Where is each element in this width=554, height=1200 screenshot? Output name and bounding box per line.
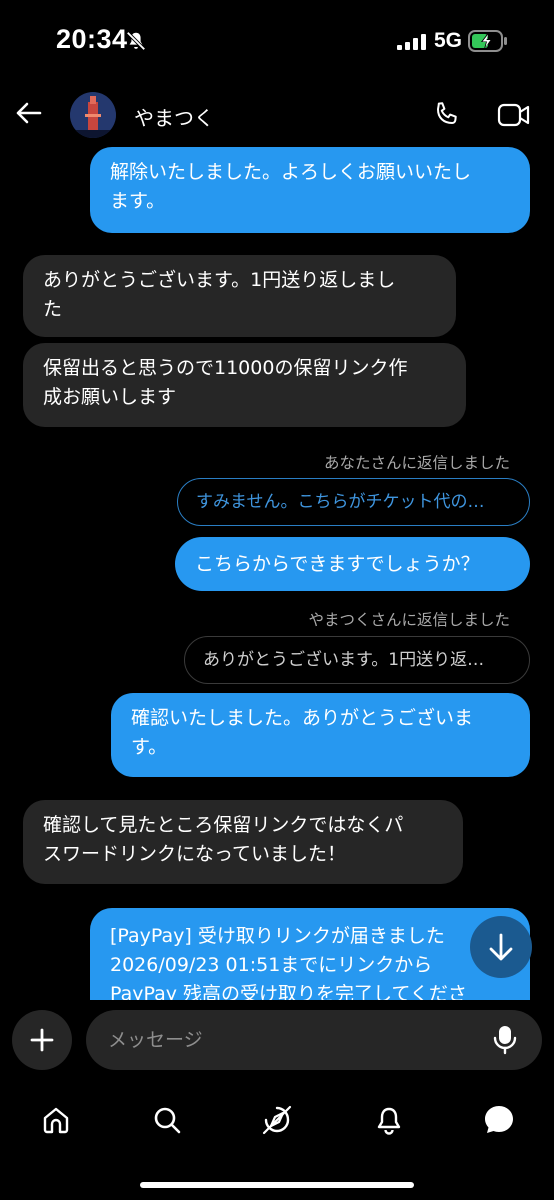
message-received[interactable]: ありがとうございます。1円送り返しまし た: [23, 255, 456, 337]
nav-notifications[interactable]: [369, 1100, 409, 1140]
message-sent[interactable]: 確認いたしました。ありがとうございま す。: [111, 693, 530, 777]
battery-charging-icon: [468, 30, 507, 52]
network-type: 5G: [434, 29, 463, 52]
clock: 20:34: [56, 24, 128, 54]
status-bar: 20:34 5G: [0, 0, 554, 86]
phone-icon[interactable]: [430, 99, 462, 131]
quoted-message[interactable]: ありがとうございます。1円送り返…: [184, 636, 530, 684]
message-field[interactable]: [86, 1010, 542, 1070]
explore-compass-icon: [262, 1105, 292, 1135]
messages-bubble-icon: [485, 1106, 513, 1133]
notifications-bell-icon: [377, 1107, 401, 1135]
message-sent[interactable]: [PayPay] 受け取りリンクが届きました 2026/09/23 01:51ま…: [90, 908, 530, 1000]
microphone-icon[interactable]: [492, 1024, 518, 1056]
nav-explore[interactable]: [257, 1100, 297, 1140]
nav-search[interactable]: [147, 1100, 187, 1140]
plus-icon: [30, 1028, 54, 1052]
message-thread[interactable]: 解除いたしました。よろしくお願いいたし ます。 ありがとうございます。1円送り返…: [0, 144, 554, 1000]
avatar-image: [70, 92, 116, 138]
bottom-navigation: [0, 1090, 554, 1146]
message-received[interactable]: 保留出ると思うので11000の保留リンク作 成お願いします: [23, 343, 466, 427]
nav-messages[interactable]: [479, 1100, 519, 1140]
arrow-left-icon[interactable]: [14, 98, 44, 128]
scroll-to-bottom-button[interactable]: [470, 916, 532, 978]
message-sent[interactable]: 解除いたしました。よろしくお願いいたし ます。: [90, 147, 530, 233]
chat-header: やまつく: [0, 86, 554, 144]
message-composer: [0, 1000, 554, 1084]
reply-context-label: あなたさんに返信しました: [323, 454, 510, 472]
video-camera-icon[interactable]: [497, 101, 531, 129]
message-received[interactable]: 確認して見たところ保留リンクではなくパ スワードリンクになっていました！: [23, 800, 463, 884]
contact-name[interactable]: やまつく: [134, 102, 214, 131]
arrow-down-icon: [489, 933, 513, 961]
bell-slash-icon: [126, 31, 146, 51]
search-icon: [154, 1107, 181, 1134]
reply-context-label: やまつくさんに返信しました: [308, 611, 510, 629]
cellular-signal-icon: [397, 34, 426, 50]
home-indicator[interactable]: [140, 1182, 414, 1188]
quoted-message[interactable]: すみません。こちらがチケット代の…: [177, 478, 530, 526]
message-input[interactable]: [108, 1010, 478, 1070]
avatar[interactable]: [70, 92, 116, 138]
nav-home[interactable]: [36, 1100, 76, 1140]
home-icon: [43, 1107, 69, 1134]
message-sent[interactable]: こちらからできますでしょうか？: [175, 537, 530, 591]
add-attachment-button[interactable]: [12, 1010, 72, 1070]
